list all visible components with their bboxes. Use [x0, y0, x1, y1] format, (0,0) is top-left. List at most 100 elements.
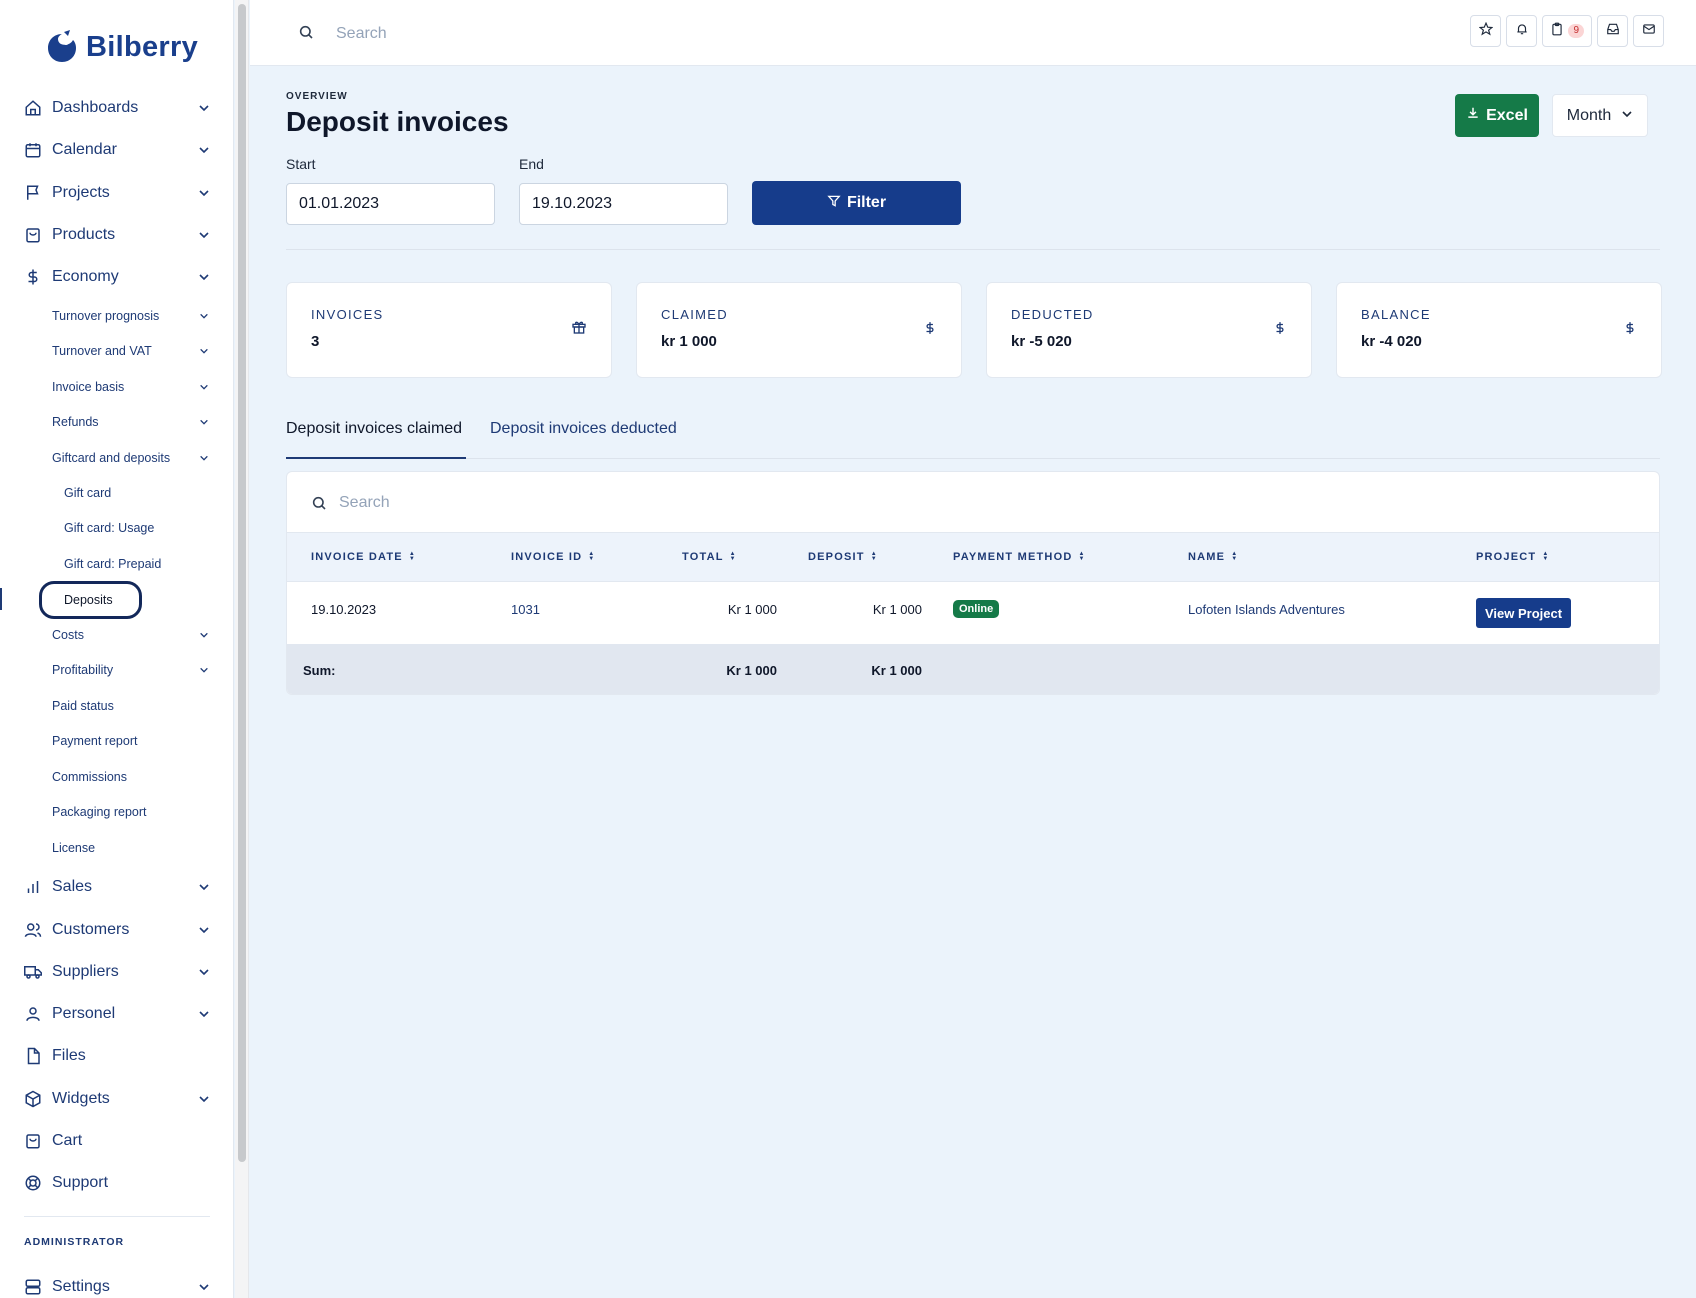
nav-sub-license[interactable]: License [52, 836, 211, 860]
tab-deposit-invoices-claimed[interactable]: Deposit invoices claimed [286, 420, 462, 438]
tasks-button[interactable]: 9 [1542, 15, 1592, 47]
messages-button[interactable] [1633, 15, 1664, 47]
end-date-input[interactable] [519, 183, 728, 225]
nav-item-sales[interactable]: Sales [22, 873, 211, 901]
sort-icon: ▲ ▼ [408, 551, 416, 562]
nav-sub-gift-card[interactable]: Gift card [64, 481, 111, 505]
filter-button[interactable]: Filter [752, 181, 961, 225]
nav-sub-label: Paid status [52, 699, 114, 713]
sidebar: Bilberry Dashboards Calendar Projects Pr… [0, 0, 234, 1298]
dollar-icon [923, 319, 937, 342]
sort-icon: ▲ ▼ [1542, 551, 1550, 562]
nav-sub-refunds[interactable]: Refunds [52, 410, 211, 434]
scrollbar-thumb[interactable] [238, 4, 246, 1162]
start-date-input[interactable] [286, 183, 495, 225]
nav-item-label: Projects [52, 184, 110, 201]
nav-sub-giftcard-deposits[interactable]: Giftcard and deposits [52, 446, 211, 470]
stat-label: CLAIMED [661, 307, 728, 322]
nav-item-support[interactable]: Support [22, 1169, 211, 1197]
nav-sub-label: Invoice basis [52, 380, 125, 394]
nav-sub-turnover-prognosis[interactable]: Turnover prognosis [52, 304, 211, 328]
nav-sub-packaging-report[interactable]: Packaging report [52, 800, 211, 824]
invoice-table: INVOICE DATE ▲▼ INVOICE ID ▲▼ TOTAL ▲▼ DEPO… [286, 471, 1660, 695]
chevron-down-icon [197, 101, 211, 115]
nav-item-cart[interactable]: Cart [22, 1127, 211, 1155]
nav-item-label: Economy [52, 268, 119, 285]
column-header-payment-method[interactable]: PAYMENT METHOD ▲ ▼ [953, 551, 1086, 563]
star-icon [1478, 21, 1494, 41]
nav-item-widgets[interactable]: Widgets [22, 1085, 211, 1113]
nav-sub-label: Turnover prognosis [52, 309, 160, 323]
nav-sub-turnover-vat[interactable]: Turnover and VAT [52, 339, 211, 363]
nav-sub-paid-status[interactable]: Paid status [52, 694, 211, 718]
cell-name-link[interactable]: Lofoten Islands Adventures [1188, 602, 1345, 617]
notifications-button[interactable] [1506, 15, 1538, 47]
sum-total: Kr 1 000 [726, 663, 777, 678]
stat-value: 3 [311, 333, 320, 350]
admin-section-label: ADMINISTRATOR [24, 1236, 125, 1248]
nav-item-personel[interactable]: Personel [22, 1000, 211, 1028]
nav-item-customers[interactable]: Customers [22, 916, 211, 944]
chevron-down-icon [197, 415, 211, 429]
sort-icon: ▲ ▼ [1231, 551, 1239, 562]
sidebar-divider [24, 1216, 210, 1217]
nav-sub-profitability[interactable]: Profitability [52, 658, 211, 682]
chevron-down-icon [1621, 107, 1633, 125]
nav-item-files[interactable]: Files [22, 1042, 211, 1070]
nav-sub-payment-report[interactable]: Payment report [52, 729, 211, 753]
bell-icon [1515, 22, 1529, 41]
inbox-icon [1606, 22, 1620, 41]
nav-item-products[interactable]: Products [22, 221, 211, 249]
column-header-deposit[interactable]: DEPOSIT ▲ ▼ [808, 551, 878, 563]
view-project-button[interactable]: View Project [1476, 598, 1572, 628]
nav-item-calendar[interactable]: Calendar [22, 136, 211, 164]
top-bar: 9 [250, 0, 1696, 66]
favorites-button[interactable] [1470, 15, 1502, 47]
column-header-project[interactable]: PROJECT ▲ ▼ [1476, 551, 1550, 563]
global-search-input[interactable] [336, 20, 736, 48]
column-header-total[interactable]: TOTAL ▲ ▼ [682, 551, 737, 563]
period-select[interactable]: Month [1552, 94, 1648, 137]
nav-item-economy[interactable]: Economy [22, 263, 211, 291]
column-label: INVOICE DATE [311, 551, 403, 563]
brand-logo[interactable]: Bilberry [46, 30, 198, 64]
page-eyebrow: OVERVIEW [286, 91, 348, 102]
nav-sub-costs[interactable]: Costs [52, 623, 211, 647]
stat-card-balance: BALANCE kr -4 020 [1336, 282, 1662, 378]
nav-item-label: Widgets [52, 1090, 110, 1107]
chevron-down-icon [197, 344, 211, 358]
table-header: INVOICE DATE ▲ ▼ INVOICE ID ▲ ▼ TOTAL ▲ ▼ DEPO… [287, 532, 1659, 582]
dollar-icon [1623, 319, 1637, 342]
nav-item-projects[interactable]: Projects [22, 179, 211, 207]
table-search-input[interactable] [339, 489, 739, 517]
inbox-button[interactable] [1597, 15, 1628, 47]
nav-sub-label: License [52, 841, 96, 855]
nav-sub-gift-card-prepaid[interactable]: Gift card: Prepaid [64, 552, 161, 576]
nav-sub-commissions[interactable]: Commissions [52, 765, 211, 789]
column-header-invoice-date[interactable]: INVOICE DATE ▲ ▼ [311, 551, 416, 563]
nav-sub-invoice-basis[interactable]: Invoice basis [52, 375, 211, 399]
end-date-label: End [519, 156, 544, 172]
column-header-name[interactable]: NAME ▲ ▼ [1188, 551, 1238, 563]
nav-sub-gift-card-usage[interactable]: Gift card: Usage [64, 516, 154, 540]
sidebar-scrollbar[interactable] [235, 0, 249, 1298]
users-icon [22, 919, 44, 941]
period-label: Month [1566, 106, 1612, 124]
chevron-down-icon [197, 380, 211, 394]
excel-export-button[interactable]: Excel [1455, 94, 1539, 137]
nav-item-label: Personel [52, 1005, 116, 1022]
column-header-invoice-id[interactable]: INVOICE ID ▲ ▼ [511, 551, 595, 563]
nav-item-suppliers[interactable]: Suppliers [22, 958, 211, 986]
cart-icon [22, 1130, 44, 1152]
brand-name: Bilberry [86, 30, 198, 63]
tab-deposit-invoices-deducted[interactable]: Deposit invoices deducted [490, 420, 677, 438]
nav-item-dashboards[interactable]: Dashboards [22, 94, 211, 122]
search-icon [311, 495, 327, 516]
column-label: DEPOSIT [808, 551, 865, 563]
nav-sub-deposits[interactable]: Deposits [39, 581, 142, 619]
stat-label: INVOICES [311, 307, 384, 322]
nav-item-settings[interactable]: Settings [22, 1273, 211, 1298]
nav-sub-label: Giftcard and deposits [52, 451, 171, 465]
cell-invoice-id-link[interactable]: 1031 [511, 602, 540, 617]
clipboard-icon [1550, 22, 1564, 41]
